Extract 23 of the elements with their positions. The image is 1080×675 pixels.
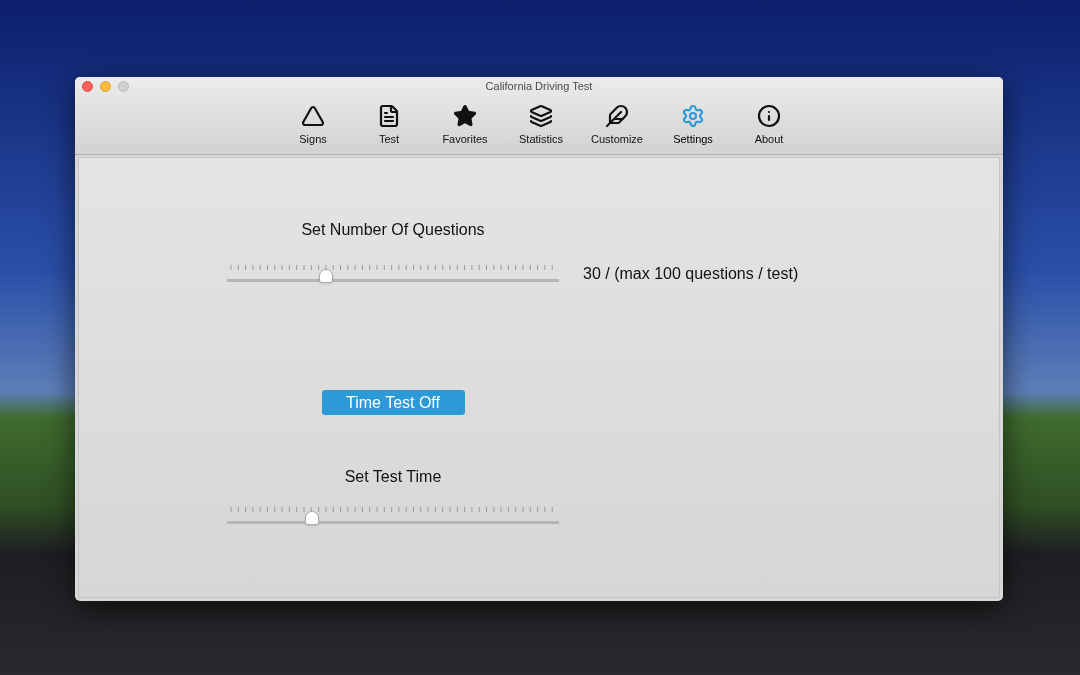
feather-icon	[605, 104, 629, 128]
slider-thumb[interactable]	[319, 269, 334, 283]
slider-thumb[interactable]	[304, 511, 319, 525]
stacked-papers-icon	[529, 104, 553, 128]
zoom-button[interactable]	[118, 81, 129, 92]
toolbar-button[interactable]: Settings	[655, 96, 731, 154]
settings-icon	[681, 104, 705, 128]
toolbar-button[interactable]: Signs	[275, 96, 351, 154]
toolbar-button[interactable]: Customize	[579, 96, 655, 154]
document-icon	[377, 104, 401, 128]
minimize-button[interactable]	[100, 81, 111, 92]
window-title: California Driving Test	[485, 79, 593, 95]
toolbar-button[interactable]: Test	[351, 96, 427, 154]
star-icon	[453, 104, 477, 128]
section-title: Set Test Time	[344, 467, 442, 487]
info-icon	[757, 104, 781, 128]
slider-reading: 30 / (max 100 questions / test)	[583, 264, 799, 284]
toolbar-button[interactable]: Statistics	[503, 96, 579, 154]
close-button[interactable]	[82, 81, 93, 92]
triangle-icon	[301, 104, 325, 128]
section-title: Set Number Of Questions	[301, 220, 485, 240]
toolbar-button[interactable]: Favorites	[427, 96, 503, 154]
toolbar-button[interactable]: About	[731, 96, 807, 154]
